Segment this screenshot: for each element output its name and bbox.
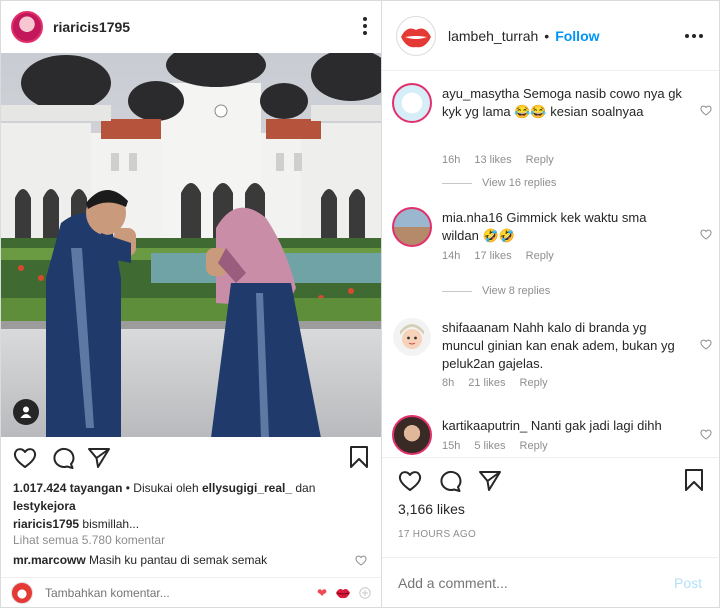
more-vertical-icon[interactable]	[363, 17, 367, 35]
post-timestamp: 17 HOURS AGO	[398, 529, 477, 540]
comment-likes[interactable]: 21 likes	[468, 377, 505, 389]
comment-meta: 14h 17 likes Reply	[442, 250, 554, 262]
view-replies-label: View 16 replies	[482, 177, 557, 189]
post-meta: 1.017.424 tayangan • Disukai oleh ellysu…	[13, 479, 373, 533]
comment-text: Nanti gak jadi lagi dihh	[527, 418, 662, 433]
comment-time: 15h	[442, 440, 461, 452]
heart-emoji-icon[interactable]: ❤	[317, 587, 327, 599]
caption-text: bismillah...	[79, 517, 140, 531]
comment-heart-icon[interactable]	[355, 555, 367, 566]
comment-time: 14h	[442, 250, 461, 262]
caption-username[interactable]: riaricis1795	[13, 517, 79, 531]
liked-by-prefix: • Disukai oleh	[122, 481, 202, 495]
post-photo[interactable]	[1, 53, 381, 437]
add-comment-input[interactable]	[398, 574, 674, 591]
add-comment-input[interactable]	[45, 585, 317, 600]
comments-list: ayu_masytha Semoga nasib cowo nya gk kyk…	[382, 73, 718, 457]
view-replies-link[interactable]: View 16 replies	[442, 177, 556, 189]
follow-button[interactable]: Follow	[555, 28, 599, 44]
reply-button[interactable]: Reply	[520, 440, 548, 452]
add-icon[interactable]	[359, 586, 371, 599]
comment-likes[interactable]: 13 likes	[474, 154, 511, 166]
comment-username[interactable]: kartikaaputrin_	[442, 418, 527, 433]
comment-likes[interactable]: 5 likes	[474, 440, 505, 452]
comment-icon[interactable]	[438, 470, 462, 492]
comment-avatar[interactable]	[392, 415, 432, 455]
lambe-turah-logo	[398, 17, 434, 54]
comment-heart-icon[interactable]	[700, 429, 712, 440]
comment-body: shifaaanam Nahh kalo di branda yg muncul…	[442, 319, 682, 373]
more-horizontal-icon[interactable]	[685, 34, 703, 38]
post-header: riaricis1795	[1, 1, 381, 53]
comment-time: 8h	[442, 377, 455, 389]
comment-body: kartikaaputrin_ Nanti gak jadi lagi dihh	[442, 417, 682, 435]
comment-username[interactable]: shifaaanam	[442, 320, 509, 335]
current-user-avatar	[11, 581, 33, 604]
comment-text: Masih ku pantau di semak semak	[85, 553, 268, 567]
post-header: lambeh_turrah • Follow	[382, 1, 719, 71]
comment-likes[interactable]: 17 likes	[474, 250, 511, 262]
post-username[interactable]: lambeh_turrah	[448, 28, 538, 44]
comment-heart-icon[interactable]	[700, 339, 712, 350]
share-icon[interactable]	[478, 470, 502, 492]
reply-button[interactable]: Reply	[526, 250, 554, 262]
comment-username[interactable]: mia.nha16	[442, 210, 503, 225]
comment-body: ayu_masytha Semoga nasib cowo nya gk kyk…	[442, 85, 682, 121]
add-comment-bar: Post	[382, 557, 718, 607]
share-icon[interactable]	[87, 447, 111, 469]
comment-avatar[interactable]	[392, 317, 432, 357]
lips-emoji-icon[interactable]	[335, 587, 351, 599]
add-comment-bar: ❤	[1, 577, 381, 607]
comment-username[interactable]: mr.marcoww	[13, 553, 86, 567]
post-username[interactable]: riaricis1795	[53, 19, 130, 35]
liked-by-user[interactable]: lestykejora	[13, 499, 76, 513]
likes-count[interactable]: 3,166 likes	[398, 501, 465, 517]
comment-heart-icon[interactable]	[700, 105, 712, 116]
comment-icon[interactable]	[51, 447, 75, 469]
liked-by-user[interactable]: ellysugigi_real_	[202, 481, 292, 495]
post-actions	[382, 457, 718, 507]
comment: mr.marcoww Masih ku pantau di semak sema…	[13, 553, 353, 567]
reply-button[interactable]: Reply	[520, 377, 548, 389]
profile-avatar[interactable]	[11, 11, 43, 43]
comment-meta: 15h 5 likes Reply	[442, 440, 548, 452]
comment-meta: 8h 21 likes Reply	[442, 377, 548, 389]
right-post: lambeh_turrah • Follow ayu_masytha Semog…	[382, 0, 720, 608]
comment-time: 16h	[442, 154, 461, 166]
cartoon-avatar	[393, 318, 431, 356]
post-comment-button[interactable]: Post	[674, 575, 702, 591]
user-tag-icon[interactable]	[13, 399, 39, 425]
bookmark-icon[interactable]	[684, 468, 704, 492]
comment-username[interactable]: ayu_masytha	[442, 86, 519, 101]
view-count[interactable]: 1.017.424 tayangan	[13, 481, 122, 495]
separator-dot: •	[544, 27, 550, 44]
post-actions	[1, 441, 381, 473]
view-all-comments-link[interactable]: Lihat semua 5.780 komentar	[13, 533, 165, 547]
comment-heart-icon[interactable]	[700, 229, 712, 240]
comment-meta: 16h 13 likes Reply	[442, 154, 554, 166]
view-replies-label: View 8 replies	[482, 285, 551, 297]
mosque-couple-photo	[1, 53, 381, 437]
heart-icon[interactable]	[398, 470, 422, 492]
profile-avatar[interactable]	[396, 15, 436, 56]
comment-avatar[interactable]	[392, 207, 432, 247]
reply-button[interactable]: Reply	[526, 154, 554, 166]
bookmark-icon[interactable]	[349, 445, 369, 469]
comment-body: mia.nha16 Gimmick kek waktu sma wildan 🤣…	[442, 209, 682, 245]
left-post: riaricis1795 1.017.424 tayangan • Disuka…	[0, 0, 382, 608]
view-replies-link[interactable]: View 8 replies	[442, 285, 550, 297]
heart-icon[interactable]	[13, 447, 37, 469]
comment-avatar[interactable]	[392, 83, 432, 123]
liked-by-and: dan	[292, 481, 316, 495]
